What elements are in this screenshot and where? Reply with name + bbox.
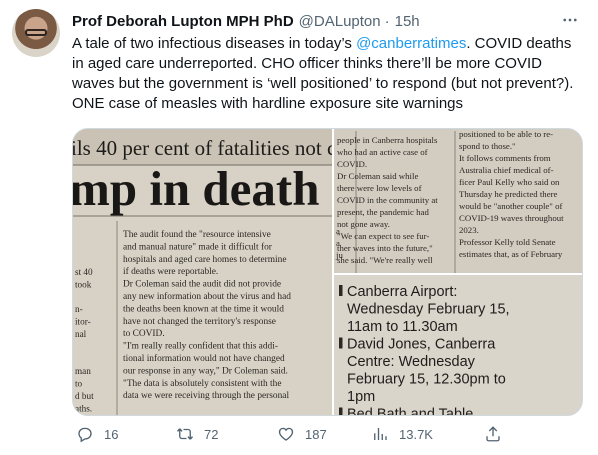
reply-count: 16 bbox=[104, 426, 119, 442]
share-icon bbox=[486, 426, 500, 442]
left-body-line: "The data is absolutely consistent with … bbox=[123, 379, 281, 389]
avatar-glasses bbox=[25, 29, 47, 36]
left-margin-line: man bbox=[75, 366, 91, 376]
mid-col-b-line: spond to those." bbox=[459, 141, 516, 151]
mid-col-b-line: Australia chief medical of- bbox=[459, 165, 554, 175]
tweet-media[interactable]: ils 40 per cent of fatalities not counte… bbox=[72, 128, 583, 416]
site-bullet bbox=[339, 337, 343, 349]
mid-col-b-line: 2023. bbox=[459, 225, 479, 235]
views-icon bbox=[374, 428, 387, 440]
reply-icon bbox=[78, 427, 92, 443]
left-big-headline: mp in death bbox=[73, 161, 320, 216]
left-margin-line: nal bbox=[75, 329, 87, 339]
mid-col-a-line: there were low levels of bbox=[337, 183, 422, 193]
more-icon[interactable] bbox=[558, 10, 582, 30]
mid-col-a-line: COVID in the community at bbox=[337, 195, 438, 205]
mid-col-b-line: Thursday he predicted there bbox=[459, 189, 558, 199]
left-body-line: our response in any way," Dr Coleman sai… bbox=[123, 366, 288, 376]
exposure-site-line: Wednesday February 15, bbox=[347, 302, 510, 318]
tweet-header: Prof Deborah Lupton MPH PhD @DALupton · … bbox=[72, 10, 420, 32]
mid-col-b-line: positioned to be able to re- bbox=[459, 129, 553, 139]
mid-col-b-line: would be "another couple" of bbox=[459, 201, 562, 211]
exposure-site-line: Centre: Wednesday bbox=[347, 354, 476, 370]
reply-button[interactable]: 16 bbox=[76, 422, 118, 446]
mid-col-b-line: estimates that, as of February bbox=[459, 249, 563, 259]
tweet[interactable]: Prof Deborah Lupton MPH PhD @DALupton · … bbox=[0, 0, 598, 455]
site-bullet bbox=[339, 285, 343, 296]
mid-col-a-line: who had an active case of bbox=[337, 147, 428, 157]
tweet-text-part-1: A tale of two infectious diseases in tod… bbox=[72, 35, 357, 52]
exposure-site-line: 11am to 11.30am bbox=[347, 319, 458, 335]
retweet-count: 72 bbox=[204, 426, 219, 442]
left-body-line: The audit found the "resource intensive bbox=[123, 229, 271, 240]
mention-link[interactable]: @canberratimes bbox=[356, 35, 466, 52]
left-body-line: if deaths were reportable. bbox=[123, 266, 218, 277]
author-handle[interactable]: @DALupton bbox=[299, 13, 381, 30]
mid-col-a-line: ther waves into the future," bbox=[337, 243, 433, 253]
mid-col-a-line: "We can expect to see fur- bbox=[337, 231, 429, 241]
left-margin-line: d but bbox=[75, 391, 94, 401]
retweet-icon bbox=[176, 428, 194, 440]
mid-col-b-line: COVID-19 waves throughout bbox=[459, 213, 564, 223]
left-margin-line: aths. bbox=[75, 403, 92, 413]
mid-col-a-line: present, the pandemic had bbox=[337, 207, 429, 217]
mid-col-a-line: not gone away. bbox=[337, 219, 390, 229]
separator-dot: · bbox=[384, 12, 390, 30]
left-body-line: data we were receiving through the perso… bbox=[123, 391, 289, 401]
left-body-line: to COVID. bbox=[123, 329, 165, 339]
exposure-site-line: February 15, 12.30pm to bbox=[347, 372, 506, 388]
site-bullet bbox=[339, 407, 343, 415]
like-count: 187 bbox=[305, 426, 327, 442]
views-count: 13.7K bbox=[399, 426, 433, 442]
mid-col-b-line: ficer Paul Kelly who said on bbox=[459, 177, 560, 187]
tweet-actions: 16 72 187 13.7K bbox=[72, 422, 512, 446]
tweet-text: A tale of two infectious diseases in tod… bbox=[72, 34, 584, 114]
exposure-site-line: Bed Bath and Table, bbox=[347, 407, 477, 417]
views-button[interactable]: 13.7K bbox=[371, 422, 433, 446]
exposure-site-line: Canberra Airport: bbox=[347, 284, 457, 300]
left-margin-line: st 40 bbox=[75, 267, 93, 277]
mid-col-a-line: COVID. bbox=[337, 159, 367, 169]
left-body-line: any new information about the virus and … bbox=[123, 291, 291, 302]
left-body-line: "I'm really really confident that this a… bbox=[123, 341, 278, 352]
left-body-line: the deaths been known at the time it wou… bbox=[123, 304, 284, 314]
mid-col-a-line: people in Canberra hospitals bbox=[337, 135, 438, 145]
left-margin-line: took bbox=[75, 279, 92, 289]
left-margin-line: to bbox=[75, 379, 83, 389]
left-body-line: and manual nature" made it difficult for bbox=[123, 241, 273, 252]
left-margin-line: itor- bbox=[75, 317, 91, 327]
heart-icon bbox=[278, 427, 294, 441]
author-name[interactable]: Prof Deborah Lupton MPH PhD bbox=[72, 13, 294, 30]
retweet-button[interactable]: 72 bbox=[176, 422, 218, 446]
tweet-time[interactable]: 15h bbox=[395, 13, 420, 30]
exposure-site-line: David Jones, Canberra bbox=[347, 337, 496, 353]
mid-col-b-line: It follows comments from bbox=[459, 153, 551, 163]
like-button[interactable]: 187 bbox=[277, 422, 327, 446]
exposure-site-line: 1pm bbox=[347, 389, 375, 405]
left-body-line: tional information would not have change… bbox=[123, 353, 285, 364]
left-margin-line: n- bbox=[75, 304, 83, 314]
mid-col-a-line: she said. "We're really well bbox=[337, 255, 433, 265]
left-body-line: have not changed the territory's respons… bbox=[123, 317, 276, 327]
share-button[interactable] bbox=[484, 422, 502, 446]
left-body-line: hospitals and aged care homes to determi… bbox=[123, 255, 287, 265]
mid-col-a-line: Dr Coleman said while bbox=[337, 171, 418, 181]
left-body-line: Dr Coleman said the audit did not provid… bbox=[123, 280, 281, 290]
avatar[interactable] bbox=[12, 9, 60, 57]
mid-col-b-line: Professor Kelly told Senate bbox=[459, 237, 556, 247]
